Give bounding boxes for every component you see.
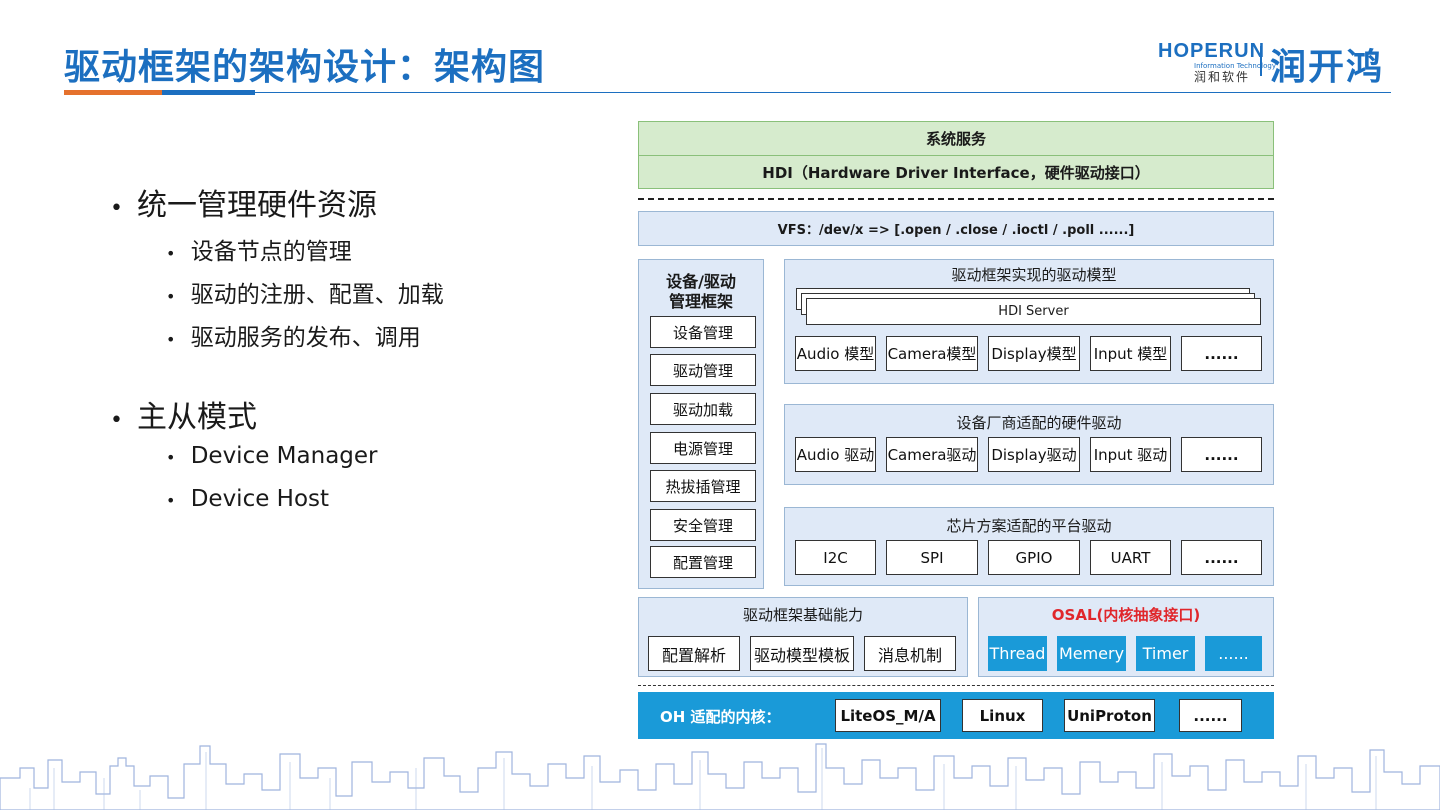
driver-model-item: Display模型 (988, 336, 1080, 371)
kernel-item: LiteOS_M/A (835, 699, 941, 732)
vendor-driver-item: Input 驱动 (1090, 437, 1171, 472)
architecture-diagram: 系统服务 HDI（Hardware Driver Interface，硬件驱动接… (0, 0, 1440, 810)
user-kernel-divider (638, 198, 1274, 200)
device-mgmt-item: 热拔插管理 (650, 470, 756, 502)
kernel-item: UniProton (1064, 699, 1155, 732)
device-management-title: 设备/驱动 管理框架 (666, 272, 736, 311)
vendor-driver-item: Display驱动 (988, 437, 1080, 472)
device-mgmt-item: 驱动加载 (650, 393, 756, 425)
platform-driver-title: 芯片方案适配的平台驱动 (946, 516, 1112, 535)
platform-driver-item: SPI (886, 540, 978, 575)
system-service-layer: 系统服务 (638, 121, 1274, 156)
kernel-title: OH 适配的内核： (660, 708, 781, 726)
device-mgmt-item: 安全管理 (650, 509, 756, 541)
device-mgmt-item: 设备管理 (650, 316, 756, 348)
base-capability-item: 配置解析 (648, 636, 740, 671)
vendor-driver-item: Camera驱动 (886, 437, 978, 472)
driver-model-item: ...... (1181, 336, 1262, 371)
kernel-item: ...... (1179, 699, 1242, 732)
osal-item: Thread (988, 636, 1047, 671)
osal-item: Timer (1136, 636, 1195, 671)
base-capability-item: 消息机制 (864, 636, 956, 671)
osal-item: ...... (1205, 636, 1262, 671)
framework-kernel-divider (638, 685, 1274, 686)
platform-driver-item: ...... (1181, 540, 1262, 575)
vendor-driver-item: ...... (1181, 437, 1262, 472)
platform-driver-item: I2C (795, 540, 876, 575)
driver-model-item: Input 模型 (1090, 336, 1171, 371)
device-mgmt-item: 电源管理 (650, 432, 756, 464)
osal-item: Memery (1057, 636, 1126, 671)
vendor-driver-title: 设备厂商适配的硬件驱动 (956, 413, 1122, 432)
driver-model-item: Audio 模型 (795, 336, 876, 371)
vfs-layer: VFS：/dev/x => [.open / .close / .ioctl /… (638, 211, 1274, 246)
vendor-driver-item: Audio 驱动 (795, 437, 876, 472)
base-capability-title: 驱动框架基础能力 (742, 605, 863, 624)
device-mgmt-item: 配置管理 (650, 546, 756, 578)
platform-driver-item: GPIO (988, 540, 1080, 575)
hdi-layer: HDI（Hardware Driver Interface，硬件驱动接口） (638, 155, 1274, 189)
kernel-item: Linux (962, 699, 1043, 732)
driver-model-item: Camera模型 (886, 336, 978, 371)
base-capability-item: 驱动模型模板 (750, 636, 854, 671)
device-mgmt-item: 驱动管理 (650, 354, 756, 386)
platform-driver-item: UART (1090, 540, 1171, 575)
city-skyline-decoration (0, 743, 1440, 810)
hdi-server: HDI Server (806, 298, 1261, 325)
driver-model-title: 驱动框架实现的驱动模型 (951, 265, 1117, 284)
osal-title: OSAL(内核抽象接口) (1051, 605, 1201, 624)
